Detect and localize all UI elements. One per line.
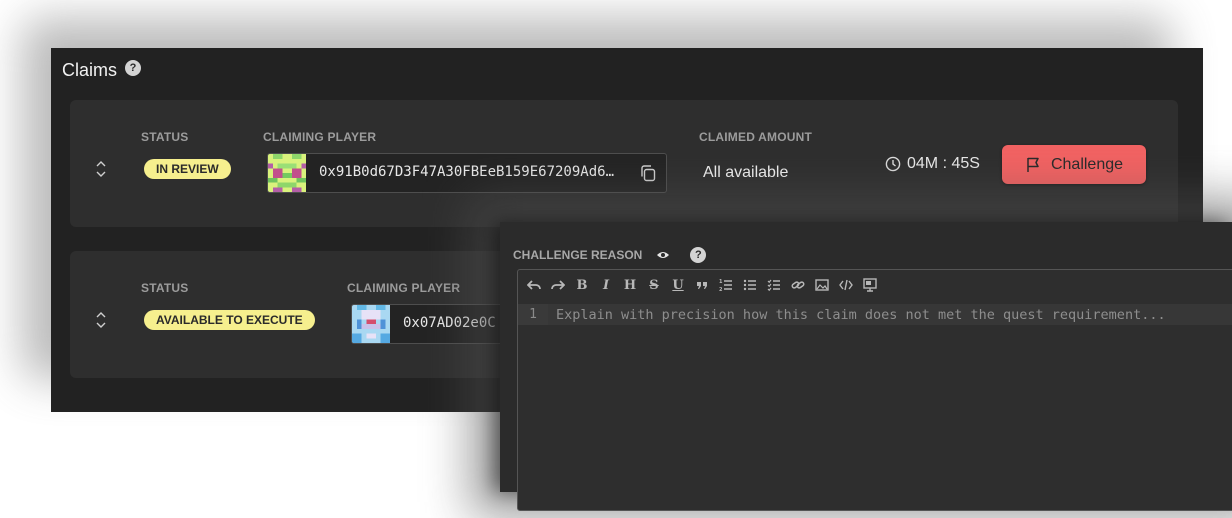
countdown-timer: 04M : 45S — [885, 155, 980, 173]
heading-icon[interactable]: H — [622, 276, 638, 294]
copy-icon[interactable] — [640, 165, 656, 182]
status-badge: AVAILABLE TO EXECUTE — [144, 310, 315, 330]
reason-placeholder: Explain with precision how this claim do… — [556, 306, 1166, 323]
strikethrough-icon[interactable]: S — [646, 276, 662, 294]
timer-separator: : — [942, 155, 948, 172]
help-icon[interactable]: ? — [690, 247, 707, 263]
redo-icon[interactable] — [550, 276, 566, 294]
undo-icon[interactable] — [526, 276, 542, 294]
sort-icon[interactable] — [95, 309, 107, 331]
clock-icon — [885, 156, 901, 172]
unordered-list-icon[interactable] — [742, 276, 758, 294]
quote-icon[interactable] — [694, 276, 710, 294]
svg-text:1: 1 — [719, 279, 723, 285]
challenge-reason-label: CHALLENGE REASON — [513, 248, 643, 262]
flag-icon — [1027, 157, 1039, 172]
claimed-amount-label: CLAIMED AMOUNT — [699, 130, 813, 144]
player-avatar — [268, 154, 306, 192]
challenge-button-label: Challenge — [1050, 155, 1124, 173]
challenge-reason-dialog: CHALLENGE REASON ? B I H S U 12 1 Explai… — [500, 222, 1232, 511]
link-icon[interactable] — [790, 276, 806, 294]
bold-icon[interactable]: B — [574, 276, 590, 294]
image-icon[interactable] — [814, 276, 830, 294]
claiming-player-label: CLAIMING PLAYER — [263, 130, 377, 144]
italic-icon[interactable]: I — [598, 276, 614, 294]
svg-text:2: 2 — [719, 287, 723, 292]
underline-icon[interactable]: U — [670, 276, 686, 294]
timer-seconds: 45 — [951, 155, 970, 172]
challenge-button[interactable]: Challenge — [1002, 145, 1146, 184]
markdown-editor[interactable]: B I H S U 12 1 Explain with precision ho… — [517, 269, 1232, 511]
editor-toolbar: B I H S U 12 — [526, 276, 878, 294]
preview-icon[interactable] — [862, 276, 878, 294]
checklist-icon[interactable] — [766, 276, 782, 294]
status-badge: IN REVIEW — [144, 159, 231, 179]
panel-title: Claims — [62, 60, 118, 80]
eye-icon[interactable] — [656, 250, 670, 260]
code-icon[interactable] — [838, 276, 854, 294]
player-address-field: 0x91B0d67D3F47A30FBEeB159E67209Ad6… — [267, 153, 667, 193]
player-avatar — [352, 305, 390, 343]
player-address: 0x91B0d67D3F47A30FBEeB159E67209Ad6… — [319, 164, 615, 180]
timer-minutes-unit: M — [924, 155, 939, 172]
timer-minutes: 04 — [907, 155, 925, 172]
claiming-player-label: CLAIMING PLAYER — [347, 281, 461, 295]
sort-icon[interactable] — [95, 158, 107, 180]
editor-line[interactable]: 1 Explain with precision how this claim … — [518, 304, 1232, 325]
timer-seconds-unit: S — [969, 155, 980, 172]
challenge-reason-header: CHALLENGE REASON ? — [513, 247, 707, 263]
help-icon[interactable]: ? — [125, 60, 141, 76]
line-number: 1 — [518, 304, 548, 325]
ordered-list-icon[interactable]: 12 — [718, 276, 734, 294]
status-label: STATUS — [141, 281, 189, 295]
claimed-amount: All available — [703, 164, 789, 181]
status-label: STATUS — [141, 130, 189, 144]
